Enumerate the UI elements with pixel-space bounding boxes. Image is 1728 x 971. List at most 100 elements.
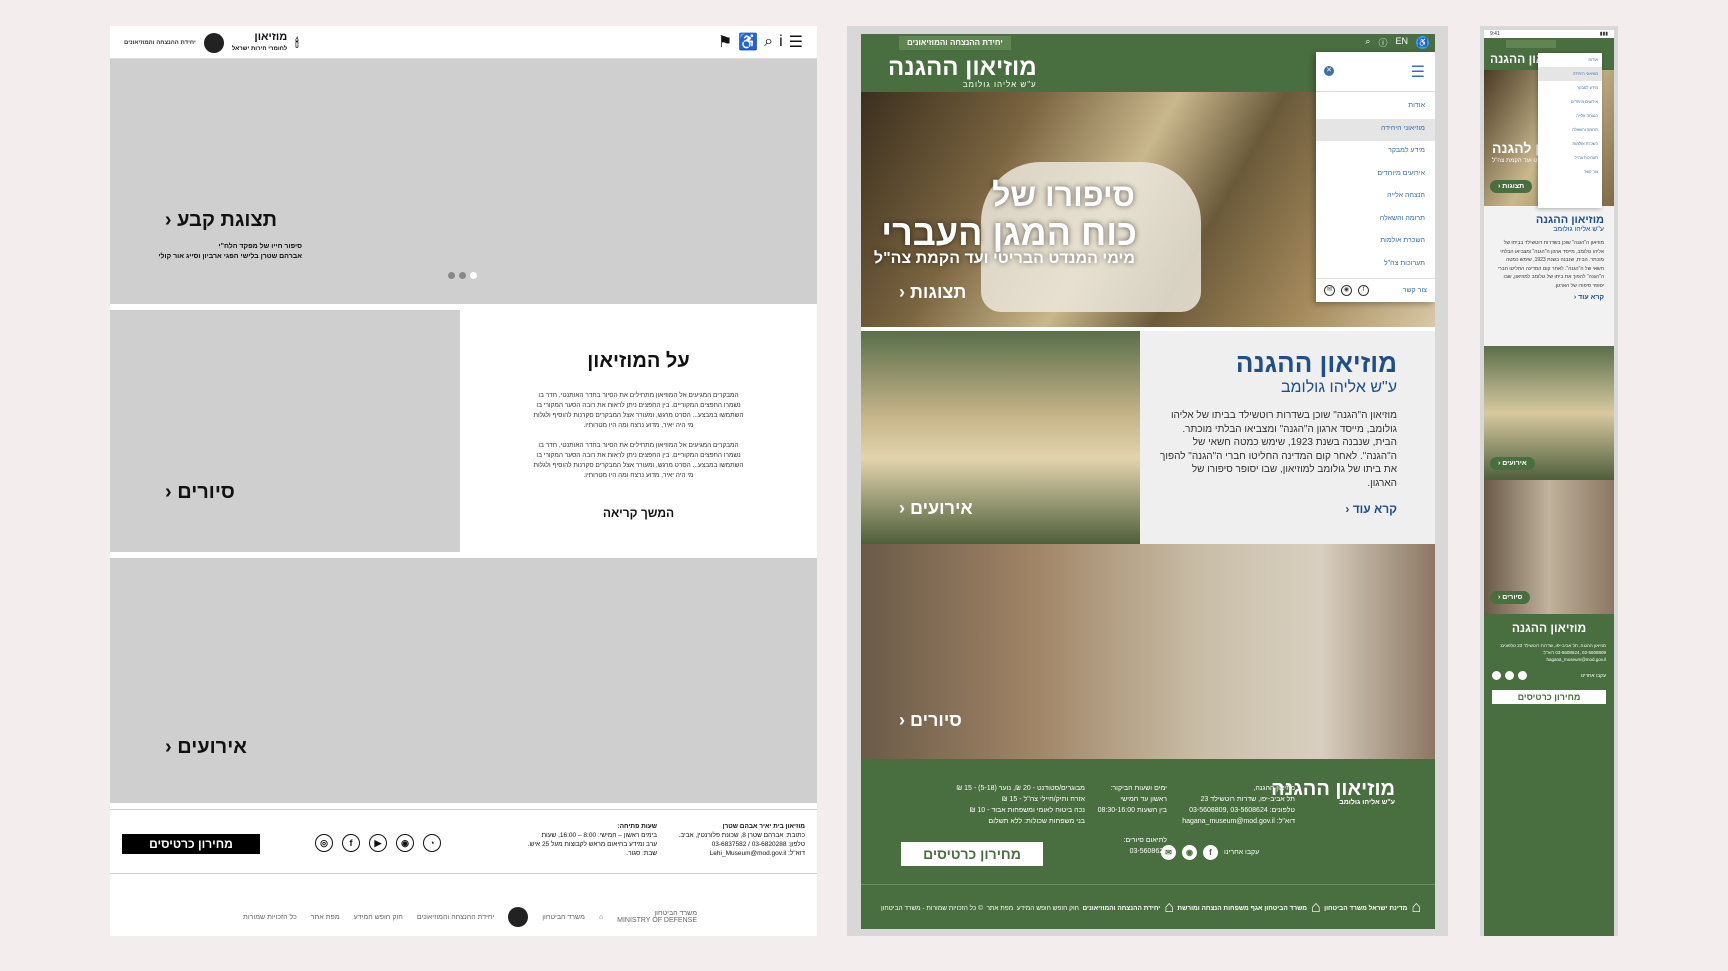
sitemap-link[interactable]: מפת אתר (311, 914, 340, 921)
flag-us-icon[interactable]: ⚑ (718, 32, 732, 52)
exhibits-button[interactable]: תצוגות ‹ (1490, 180, 1533, 193)
chevron-left-icon: ‹ (165, 481, 172, 503)
unit-logo[interactable]: ⌂ יחידת ההנצחה והמוזיאונים (1082, 899, 1173, 917)
instagram-icon[interactable] (1505, 671, 1514, 680)
tours-tile[interactable]: סיורים ‹ (861, 544, 1435, 759)
unit-logo-icon (203, 33, 224, 53)
nav-item-selected[interactable]: מוזיאוני היחידה (1316, 118, 1435, 141)
carousel-dot[interactable] (459, 272, 466, 279)
exhibits-link[interactable]: תצוגות ‹ (899, 282, 966, 303)
accessibility-icon[interactable]: ♿ (738, 32, 758, 52)
nav-item[interactable]: הנצחה אלייה (1316, 186, 1435, 209)
unit-badge[interactable]: יחידת ההנצחה והמוזיאונים (899, 36, 1011, 50)
nav-item[interactable]: אירועים מיוחדים (1316, 164, 1435, 187)
read-more-link[interactable]: המשך קריאה (460, 506, 817, 520)
nav-item[interactable]: אודות (1316, 96, 1435, 119)
menu-icon[interactable]: ☰ (789, 32, 803, 52)
ministry2-logo[interactable]: משרד הביטחון (542, 914, 585, 921)
instagram-icon[interactable]: ◉ (396, 834, 414, 852)
tripadvisor-icon[interactable]: ◎ (315, 834, 333, 852)
mobile-tours-tile[interactable]: סיורים ‹ (1484, 480, 1614, 614)
wire-logo[interactable]: מוזיאון לחומרי חירות ישראל (232, 32, 287, 54)
desktop-topbar: יחידת ההנצחה והמוזיאונים ⌕ ⓘ EN ♿ (861, 34, 1435, 52)
about-paragraph: המבקרים המגיעים אל המוזיאון מתחילים את ה… (533, 442, 744, 479)
info-icon[interactable]: i (779, 33, 783, 51)
nav-item[interactable]: הנצחה אלייה (1538, 109, 1602, 123)
contact-link[interactable]: צור קשר (1403, 287, 1427, 294)
tickets-button[interactable]: מחירון כרטיסים (901, 842, 1043, 866)
chevron-left-icon: ‹ (164, 209, 172, 231)
wire-tours-tile[interactable]: סיורים ‹ (110, 310, 460, 552)
tours-link[interactable]: סיורים ‹ (899, 710, 962, 731)
chevron-left-icon: ‹ (165, 736, 172, 758)
nav-drawer: ✕ ☰ אודות מוזיאוני היחידה מידע למבקר איר… (1316, 52, 1435, 302)
tours-button[interactable]: סיורים ‹ (1490, 591, 1531, 604)
hero-title[interactable]: תצוגת קבע ‹ (165, 209, 277, 232)
carousel-dot[interactable] (448, 272, 455, 279)
facebook-icon[interactable]: f (1358, 285, 1369, 296)
facebook-icon[interactable]: f (342, 834, 360, 852)
carousel-dots[interactable] (448, 272, 477, 279)
events-tile[interactable]: אירועים ‹ (861, 331, 1140, 544)
menu-icon[interactable]: ☰ (1411, 62, 1425, 82)
mobile-events-tile[interactable]: אירועים ‹ (1484, 346, 1614, 480)
chevron-left-icon: ‹ (899, 498, 905, 518)
wire-events-tile[interactable]: אירועים ‹ (110, 558, 817, 803)
email-icon[interactable] (1492, 671, 1501, 680)
nav-item[interactable]: אירועים מיוחדים (1538, 95, 1602, 109)
email-icon[interactable]: ✉ (1324, 285, 1335, 296)
email-icon[interactable]: ✉ (1161, 845, 1176, 860)
unit-logo-icon (508, 907, 529, 927)
instagram-icon[interactable]: ◉ (1182, 845, 1197, 860)
wire-hero[interactable]: תצוגת קבע ‹ סיפור חייו של מפקד הלח"י אבר… (110, 59, 817, 304)
unit-text[interactable]: יחידת ההנצחה והמוזיאונים (417, 914, 494, 921)
foi-link[interactable]: חוק חופש חופש המידע (1017, 905, 1079, 912)
nav-item[interactable]: השכרת אולמות (1316, 231, 1435, 254)
language-toggle[interactable]: EN (1395, 36, 1408, 49)
about-title: על המוזיאון (587, 350, 690, 372)
search-icon[interactable]: ⌕ (764, 33, 773, 51)
nav-item[interactable]: תערוכות צה"ל (1538, 151, 1602, 165)
site-logo[interactable]: מוזיאון ההגנה ע"ש אליהו גולומב (888, 56, 1037, 90)
events-link[interactable]: אירועים ‹ (165, 736, 247, 759)
tickets-button[interactable]: מחירון כרטיסים (122, 834, 260, 854)
wire-topbar: יחידת ההנצחה והמוזיאונים מוזיאון לחומרי … (110, 26, 817, 59)
facebook-icon[interactable]: f (1203, 845, 1218, 860)
mobile-footer: מוזיאון ההגנה מוזיאון ההגנה, תל אביב-יפו… (1484, 614, 1614, 936)
chevron-left-icon: ‹ (899, 282, 905, 302)
nav-item[interactable]: תערוכות צה"ל (1316, 254, 1435, 277)
read-more-link[interactable]: קרא עוד ‹ (1494, 294, 1604, 301)
ministry-logo[interactable]: משרד הביטחון MINISTRY OF DEFENSE (617, 910, 697, 924)
search-icon[interactable]: ⌕ (1365, 36, 1370, 49)
footer-logo[interactable]: מוזיאון ההגנה (1492, 622, 1606, 634)
nav-item[interactable]: השכרת אולמות (1538, 137, 1602, 151)
youtube-icon[interactable]: ▶ (369, 834, 387, 852)
nav-item[interactable]: תרומה והשאלה (1538, 123, 1602, 137)
carousel-dot-active[interactable] (470, 272, 477, 279)
ministry-logo[interactable]: ⌂ משרד הביטחון אגף משפחות הנצחה ומורשת (1177, 899, 1320, 917)
hero-subtitle: סיפור חייו של מפקד הלח"י אברהם שטרן בליש… (158, 243, 302, 260)
foi-link[interactable]: חוק חופש המידע (354, 914, 403, 921)
tours-link[interactable]: סיורים ‹ (165, 481, 235, 504)
info-icon[interactable]: ⓘ (1378, 36, 1387, 49)
tickets-button[interactable]: מחירון כרטיסים (1492, 690, 1606, 704)
nav-item[interactable]: מוזיאוני היחידה (1538, 67, 1602, 81)
instagram-icon[interactable]: ◉ (1341, 285, 1352, 296)
nav-item[interactable]: תרומה והשאלה (1316, 209, 1435, 232)
nav-item[interactable]: אודות (1538, 53, 1602, 67)
nav-item[interactable]: מידע למבקר (1316, 141, 1435, 164)
facebook-icon[interactable] (1518, 671, 1527, 680)
accessibility-icon[interactable]: ♿ (1416, 36, 1429, 49)
nav-item[interactable]: מידע למבקר (1538, 81, 1602, 95)
events-button[interactable]: אירועים ‹ (1490, 457, 1535, 470)
events-link[interactable]: אירועים ‹ (899, 498, 973, 519)
read-more-link[interactable]: קרא עוד ‹ (1160, 502, 1397, 516)
unit-badge[interactable] (1506, 40, 1556, 48)
close-icon[interactable]: ✕ (1324, 66, 1334, 76)
waze-icon[interactable]: ◔ (423, 834, 441, 852)
desktop-footer: מוזיאון ההגנה ע"ש אליהו גולומב מוזיאון ה… (861, 759, 1435, 929)
state-logo[interactable]: ⌂ מדינת ישראל משרד הביטחון (1324, 899, 1421, 917)
wire-unit-text: יחידת ההנצחה והמוזיאונים (124, 40, 196, 46)
sitemap-link[interactable]: מפת אתר (986, 905, 1013, 912)
nav-item[interactable]: צור קשר (1538, 165, 1602, 179)
